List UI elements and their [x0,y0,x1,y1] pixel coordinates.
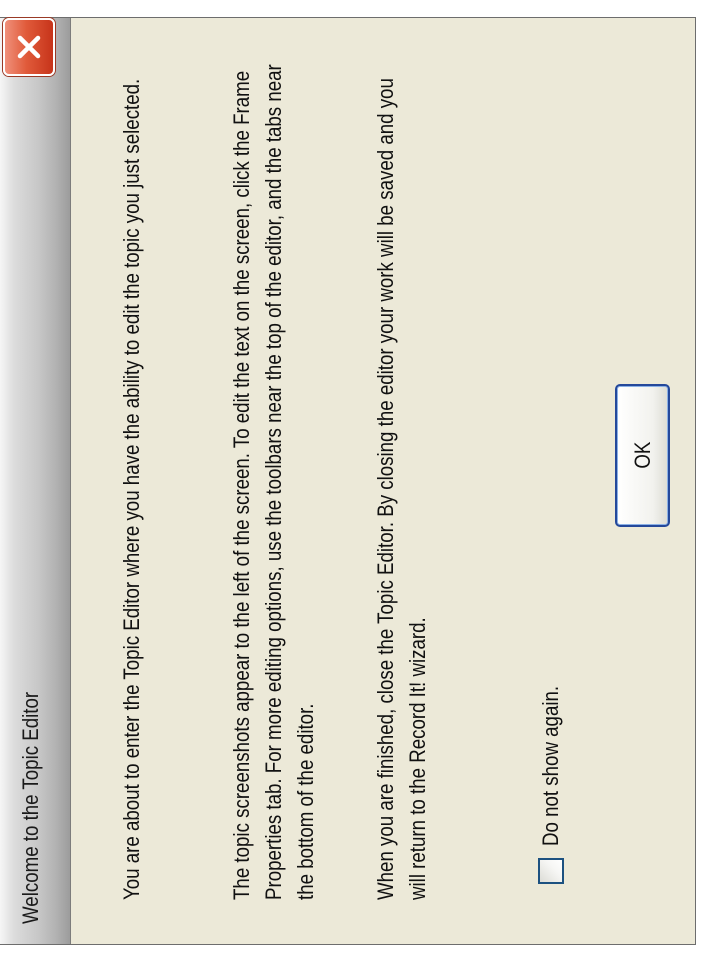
dialog-window: Welcome to the Topic Editor You are abou… [0,17,696,945]
intro-paragraph: You are about to enter the Topic Editor … [119,78,144,900]
ok-button[interactable]: OK [615,384,670,527]
do-not-show-row: Do not show again. [538,658,564,884]
close-icon [17,35,41,59]
close-button[interactable] [3,18,55,76]
closing-paragraph: When you are finished, close the Topic E… [373,78,430,900]
dialog-title: Welcome to the Topic Editor [18,691,43,924]
ok-button-label: OK [629,441,655,470]
do-not-show-checkbox[interactable] [538,858,564,884]
welcome-dialog: Welcome to the Topic Editor You are abou… [0,0,701,961]
instructions-paragraph: The topic screenshots appear to the left… [229,64,318,900]
do-not-show-label[interactable]: Do not show again. [538,686,564,846]
dialog-content: You are about to enter the Topic Editor … [70,18,695,944]
title-bar[interactable]: Welcome to the Topic Editor [0,18,71,944]
